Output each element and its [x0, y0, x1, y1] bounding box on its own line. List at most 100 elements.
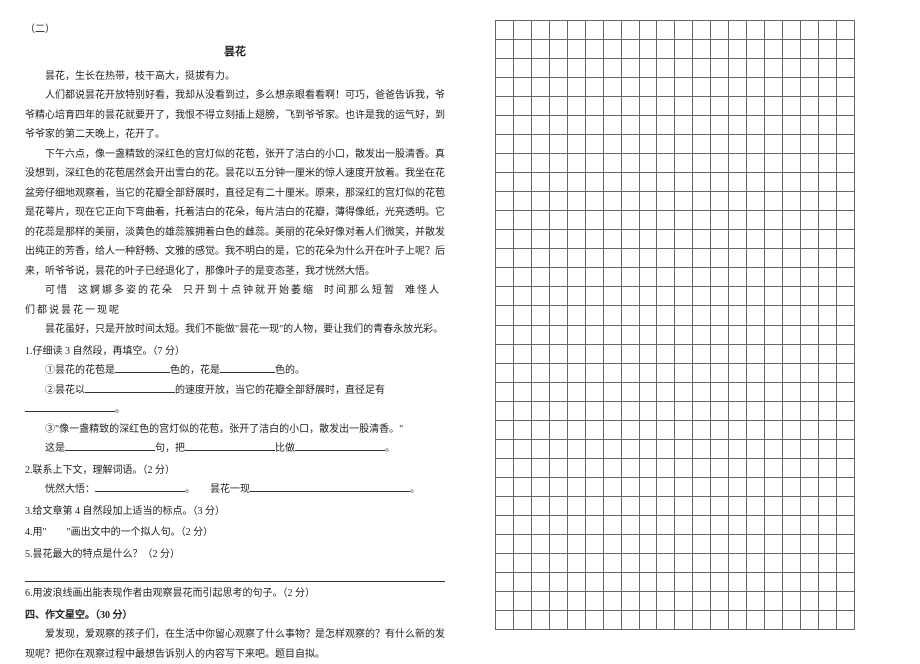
- grid-cell[interactable]: [496, 211, 514, 230]
- grid-cell[interactable]: [747, 154, 765, 173]
- grid-cell[interactable]: [675, 78, 693, 97]
- grid-cell[interactable]: [747, 116, 765, 135]
- grid-cell[interactable]: [567, 401, 585, 420]
- grid-cell[interactable]: [513, 458, 531, 477]
- grid-cell[interactable]: [657, 439, 675, 458]
- grid-cell[interactable]: [675, 363, 693, 382]
- grid-cell[interactable]: [657, 230, 675, 249]
- grid-cell[interactable]: [639, 363, 657, 382]
- grid-cell[interactable]: [603, 249, 621, 268]
- grid-cell[interactable]: [729, 40, 747, 59]
- grid-cell[interactable]: [783, 78, 801, 97]
- grid-cell[interactable]: [765, 59, 783, 78]
- grid-cell[interactable]: [657, 610, 675, 629]
- grid-cell[interactable]: [711, 363, 729, 382]
- grid-cell[interactable]: [639, 515, 657, 534]
- grid-cell[interactable]: [639, 78, 657, 97]
- grid-cell[interactable]: [783, 610, 801, 629]
- grid-cell[interactable]: [711, 382, 729, 401]
- grid-cell[interactable]: [639, 173, 657, 192]
- grid-cell[interactable]: [747, 610, 765, 629]
- grid-cell[interactable]: [657, 268, 675, 287]
- grid-cell[interactable]: [747, 553, 765, 572]
- grid-cell[interactable]: [657, 306, 675, 325]
- grid-cell[interactable]: [585, 211, 603, 230]
- grid-cell[interactable]: [603, 59, 621, 78]
- grid-cell[interactable]: [513, 591, 531, 610]
- grid-cell[interactable]: [603, 363, 621, 382]
- grid-cell[interactable]: [765, 572, 783, 591]
- grid-cell[interactable]: [621, 382, 639, 401]
- grid-cell[interactable]: [765, 401, 783, 420]
- grid-cell[interactable]: [621, 496, 639, 515]
- grid-cell[interactable]: [765, 591, 783, 610]
- grid-cell[interactable]: [747, 287, 765, 306]
- blank-q1c-2[interactable]: [185, 442, 275, 451]
- grid-cell[interactable]: [657, 363, 675, 382]
- grid-cell[interactable]: [549, 116, 567, 135]
- grid-cell[interactable]: [747, 173, 765, 192]
- grid-cell[interactable]: [567, 325, 585, 344]
- grid-cell[interactable]: [603, 496, 621, 515]
- grid-cell[interactable]: [549, 534, 567, 553]
- grid-cell[interactable]: [711, 344, 729, 363]
- grid-cell[interactable]: [496, 610, 514, 629]
- grid-cell[interactable]: [747, 496, 765, 515]
- grid-cell[interactable]: [675, 59, 693, 78]
- grid-cell[interactable]: [818, 97, 836, 116]
- grid-cell[interactable]: [747, 135, 765, 154]
- grid-cell[interactable]: [585, 192, 603, 211]
- grid-cell[interactable]: [639, 97, 657, 116]
- grid-cell[interactable]: [675, 306, 693, 325]
- grid-cell[interactable]: [585, 230, 603, 249]
- grid-cell[interactable]: [567, 116, 585, 135]
- grid-cell[interactable]: [675, 477, 693, 496]
- grid-cell[interactable]: [836, 477, 854, 496]
- grid-cell[interactable]: [836, 363, 854, 382]
- grid-cell[interactable]: [836, 135, 854, 154]
- grid-cell[interactable]: [729, 572, 747, 591]
- grid-cell[interactable]: [657, 135, 675, 154]
- grid-cell[interactable]: [818, 439, 836, 458]
- grid-cell[interactable]: [729, 534, 747, 553]
- grid-cell[interactable]: [783, 534, 801, 553]
- grid-cell[interactable]: [675, 515, 693, 534]
- grid-cell[interactable]: [621, 610, 639, 629]
- grid-cell[interactable]: [603, 21, 621, 40]
- grid-cell[interactable]: [531, 268, 549, 287]
- grid-cell[interactable]: [711, 116, 729, 135]
- grid-cell[interactable]: [783, 363, 801, 382]
- grid-cell[interactable]: [729, 211, 747, 230]
- grid-cell[interactable]: [836, 496, 854, 515]
- grid-cell[interactable]: [513, 268, 531, 287]
- grid-cell[interactable]: [621, 553, 639, 572]
- grid-cell[interactable]: [567, 515, 585, 534]
- grid-cell[interactable]: [765, 21, 783, 40]
- grid-cell[interactable]: [800, 268, 818, 287]
- grid-cell[interactable]: [621, 344, 639, 363]
- grid-cell[interactable]: [783, 591, 801, 610]
- grid-cell[interactable]: [747, 325, 765, 344]
- grid-cell[interactable]: [639, 572, 657, 591]
- grid-cell[interactable]: [531, 135, 549, 154]
- grid-cell[interactable]: [836, 249, 854, 268]
- grid-cell[interactable]: [729, 306, 747, 325]
- grid-cell[interactable]: [711, 610, 729, 629]
- grid-cell[interactable]: [711, 401, 729, 420]
- grid-cell[interactable]: [711, 59, 729, 78]
- grid-cell[interactable]: [711, 287, 729, 306]
- grid-cell[interactable]: [549, 40, 567, 59]
- grid-cell[interactable]: [693, 534, 711, 553]
- grid-cell[interactable]: [747, 192, 765, 211]
- grid-cell[interactable]: [800, 420, 818, 439]
- grid-cell[interactable]: [729, 21, 747, 40]
- grid-cell[interactable]: [585, 249, 603, 268]
- grid-cell[interactable]: [800, 401, 818, 420]
- grid-cell[interactable]: [675, 534, 693, 553]
- grid-cell[interactable]: [800, 173, 818, 192]
- grid-cell[interactable]: [603, 287, 621, 306]
- grid-cell[interactable]: [657, 477, 675, 496]
- grid-cell[interactable]: [729, 591, 747, 610]
- grid-cell[interactable]: [639, 458, 657, 477]
- grid-cell[interactable]: [765, 382, 783, 401]
